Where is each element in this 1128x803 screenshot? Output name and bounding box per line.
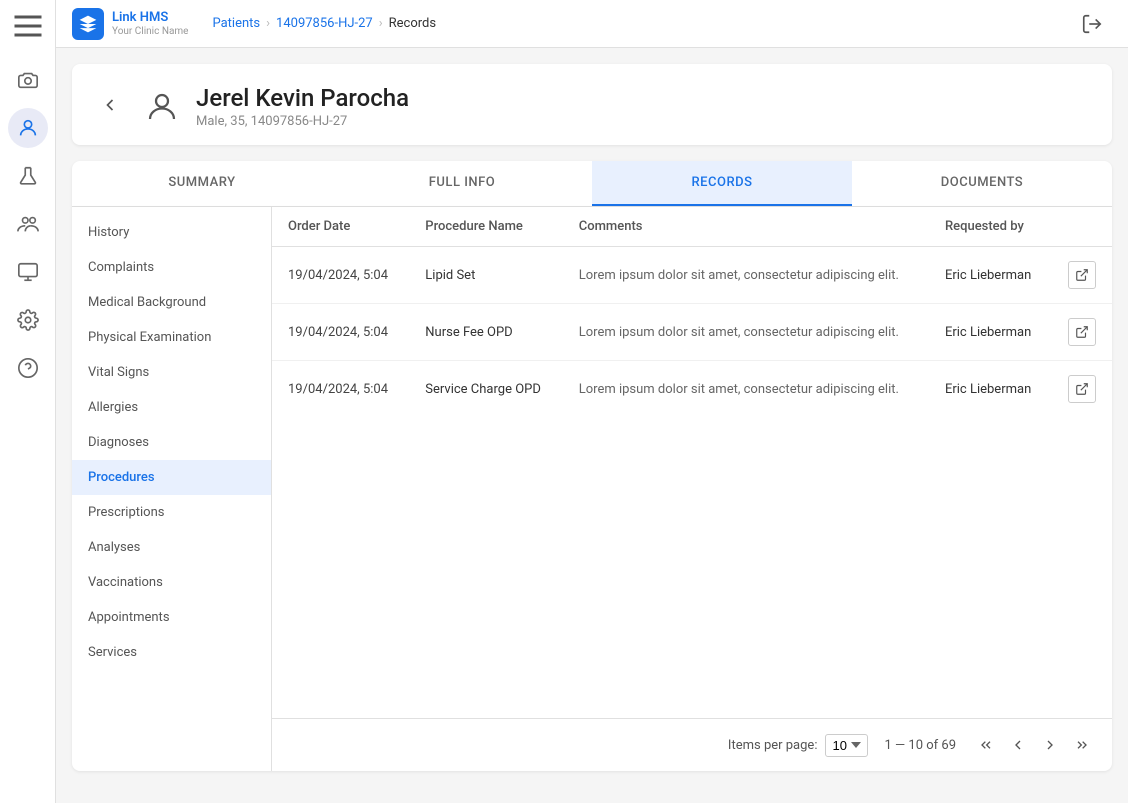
app-subtitle: Your Clinic Name [112, 26, 188, 37]
avatar [140, 85, 184, 129]
cell-action [1052, 304, 1112, 361]
cell-order-date: 19/04/2024, 5:04 [272, 361, 409, 418]
breadcrumb-sep1: › [266, 16, 270, 31]
logout-icon[interactable] [1072, 4, 1112, 44]
patient-info: Jerel Kevin Parocha Male, 35, 14097856-H… [196, 84, 409, 129]
top-header: Link HMS Your Clinic Name Patients › 140… [56, 0, 1128, 48]
menu-vital-signs[interactable]: Vital Signs [72, 355, 271, 390]
main-area: Link HMS Your Clinic Name Patients › 140… [56, 0, 1128, 803]
col-comments: Comments [563, 207, 929, 247]
logo-area: Link HMS Your Clinic Name [72, 8, 188, 40]
menu-physical-examination[interactable]: Physical Examination [72, 320, 271, 355]
patient-header: Jerel Kevin Parocha Male, 35, 14097856-H… [72, 64, 1112, 145]
cell-procedure-name: Nurse Fee OPD [409, 304, 562, 361]
first-page-button[interactable] [972, 731, 1000, 759]
col-requested-by: Requested by [929, 207, 1052, 247]
per-page-select[interactable]: 10 25 50 [825, 734, 868, 757]
nav-settings-icon[interactable] [8, 300, 48, 340]
nav-person-icon[interactable] [8, 108, 48, 148]
prev-page-button[interactable] [1004, 731, 1032, 759]
cell-requested-by: Eric Lieberman [929, 247, 1052, 304]
external-link-button[interactable] [1068, 375, 1096, 403]
logo-icon [72, 8, 104, 40]
menu-prescriptions[interactable]: Prescriptions [72, 495, 271, 530]
nav-help-icon[interactable] [8, 348, 48, 388]
cell-order-date: 19/04/2024, 5:04 [272, 247, 409, 304]
breadcrumb-patients[interactable]: Patients [212, 16, 260, 31]
cell-action [1052, 247, 1112, 304]
hamburger-menu[interactable] [10, 8, 46, 44]
pagination: Items per page: 10 25 50 1 — 10 of 69 [272, 718, 1112, 771]
menu-history[interactable]: History [72, 215, 271, 250]
cell-requested-by: Eric Lieberman [929, 304, 1052, 361]
menu-procedures[interactable]: Procedures [72, 460, 271, 495]
cell-comments: Lorem ipsum dolor sit amet, consectetur … [563, 361, 929, 418]
tabs: SUMMARY FULL INFO RECORDS DOCUMENTS [72, 161, 1112, 207]
nav-camera-icon[interactable] [8, 60, 48, 100]
cell-procedure-name: Service Charge OPD [409, 361, 562, 418]
icon-sidebar [0, 0, 56, 803]
items-per-page-label: Items per page: [728, 738, 818, 753]
tabs-container: SUMMARY FULL INFO RECORDS DOCUMENTS [72, 161, 1112, 207]
table-row: 19/04/2024, 5:04Service Charge OPDLorem … [272, 361, 1112, 418]
external-link-button[interactable] [1068, 318, 1096, 346]
left-menu: History Complaints Medical Background Ph… [72, 207, 272, 771]
menu-analyses[interactable]: Analyses [72, 530, 271, 565]
tab-full-info[interactable]: FULL INFO [332, 161, 592, 206]
page-range: 1 — 10 of 69 [884, 738, 956, 753]
breadcrumb: Patients › 14097856-HJ-27 › Records [212, 16, 436, 31]
breadcrumb-patient-id[interactable]: 14097856-HJ-27 [276, 16, 373, 31]
tab-documents[interactable]: DOCUMENTS [852, 161, 1112, 206]
nav-group-icon[interactable] [8, 204, 48, 244]
app-title: Link HMS [112, 10, 188, 26]
menu-complaints[interactable]: Complaints [72, 250, 271, 285]
cell-requested-by: Eric Lieberman [929, 361, 1052, 418]
last-page-button[interactable] [1068, 731, 1096, 759]
patient-meta: Male, 35, 14097856-HJ-27 [196, 114, 409, 129]
cell-action [1052, 361, 1112, 418]
menu-diagnoses[interactable]: Diagnoses [72, 425, 271, 460]
menu-medical-background[interactable]: Medical Background [72, 285, 271, 320]
table-row: 19/04/2024, 5:04Lipid SetLorem ipsum dol… [272, 247, 1112, 304]
tab-summary[interactable]: SUMMARY [72, 161, 332, 206]
pagination-controls [972, 731, 1096, 759]
col-order-date: Order Date [272, 207, 409, 247]
header-right [1072, 0, 1112, 48]
breadcrumb-sep2: › [379, 16, 383, 31]
menu-allergies[interactable]: Allergies [72, 390, 271, 425]
next-page-button[interactable] [1036, 731, 1064, 759]
patient-name: Jerel Kevin Parocha [196, 84, 409, 112]
back-button[interactable] [96, 91, 124, 123]
menu-appointments[interactable]: Appointments [72, 600, 271, 635]
cell-comments: Lorem ipsum dolor sit amet, consectetur … [563, 304, 929, 361]
items-per-page: Items per page: 10 25 50 [728, 734, 869, 757]
cell-comments: Lorem ipsum dolor sit amet, consectetur … [563, 247, 929, 304]
col-procedure-name: Procedure Name [409, 207, 562, 247]
nav-monitor-icon[interactable] [8, 252, 48, 292]
cell-procedure-name: Lipid Set [409, 247, 562, 304]
cell-order-date: 19/04/2024, 5:04 [272, 304, 409, 361]
external-link-button[interactable] [1068, 261, 1096, 289]
menu-vaccinations[interactable]: Vaccinations [72, 565, 271, 600]
records-content: Order Date Procedure Name Comments Reque… [272, 207, 1112, 771]
tab-records[interactable]: RECORDS [592, 161, 852, 206]
nav-flask-icon[interactable] [8, 156, 48, 196]
breadcrumb-current: Records [389, 16, 436, 31]
col-actions [1052, 207, 1112, 247]
menu-services[interactable]: Services [72, 635, 271, 670]
content-panel: History Complaints Medical Background Ph… [72, 207, 1112, 771]
table-row: 19/04/2024, 5:04Nurse Fee OPDLorem ipsum… [272, 304, 1112, 361]
logo-text-block: Link HMS Your Clinic Name [112, 10, 188, 37]
records-table: Order Date Procedure Name Comments Reque… [272, 207, 1112, 417]
